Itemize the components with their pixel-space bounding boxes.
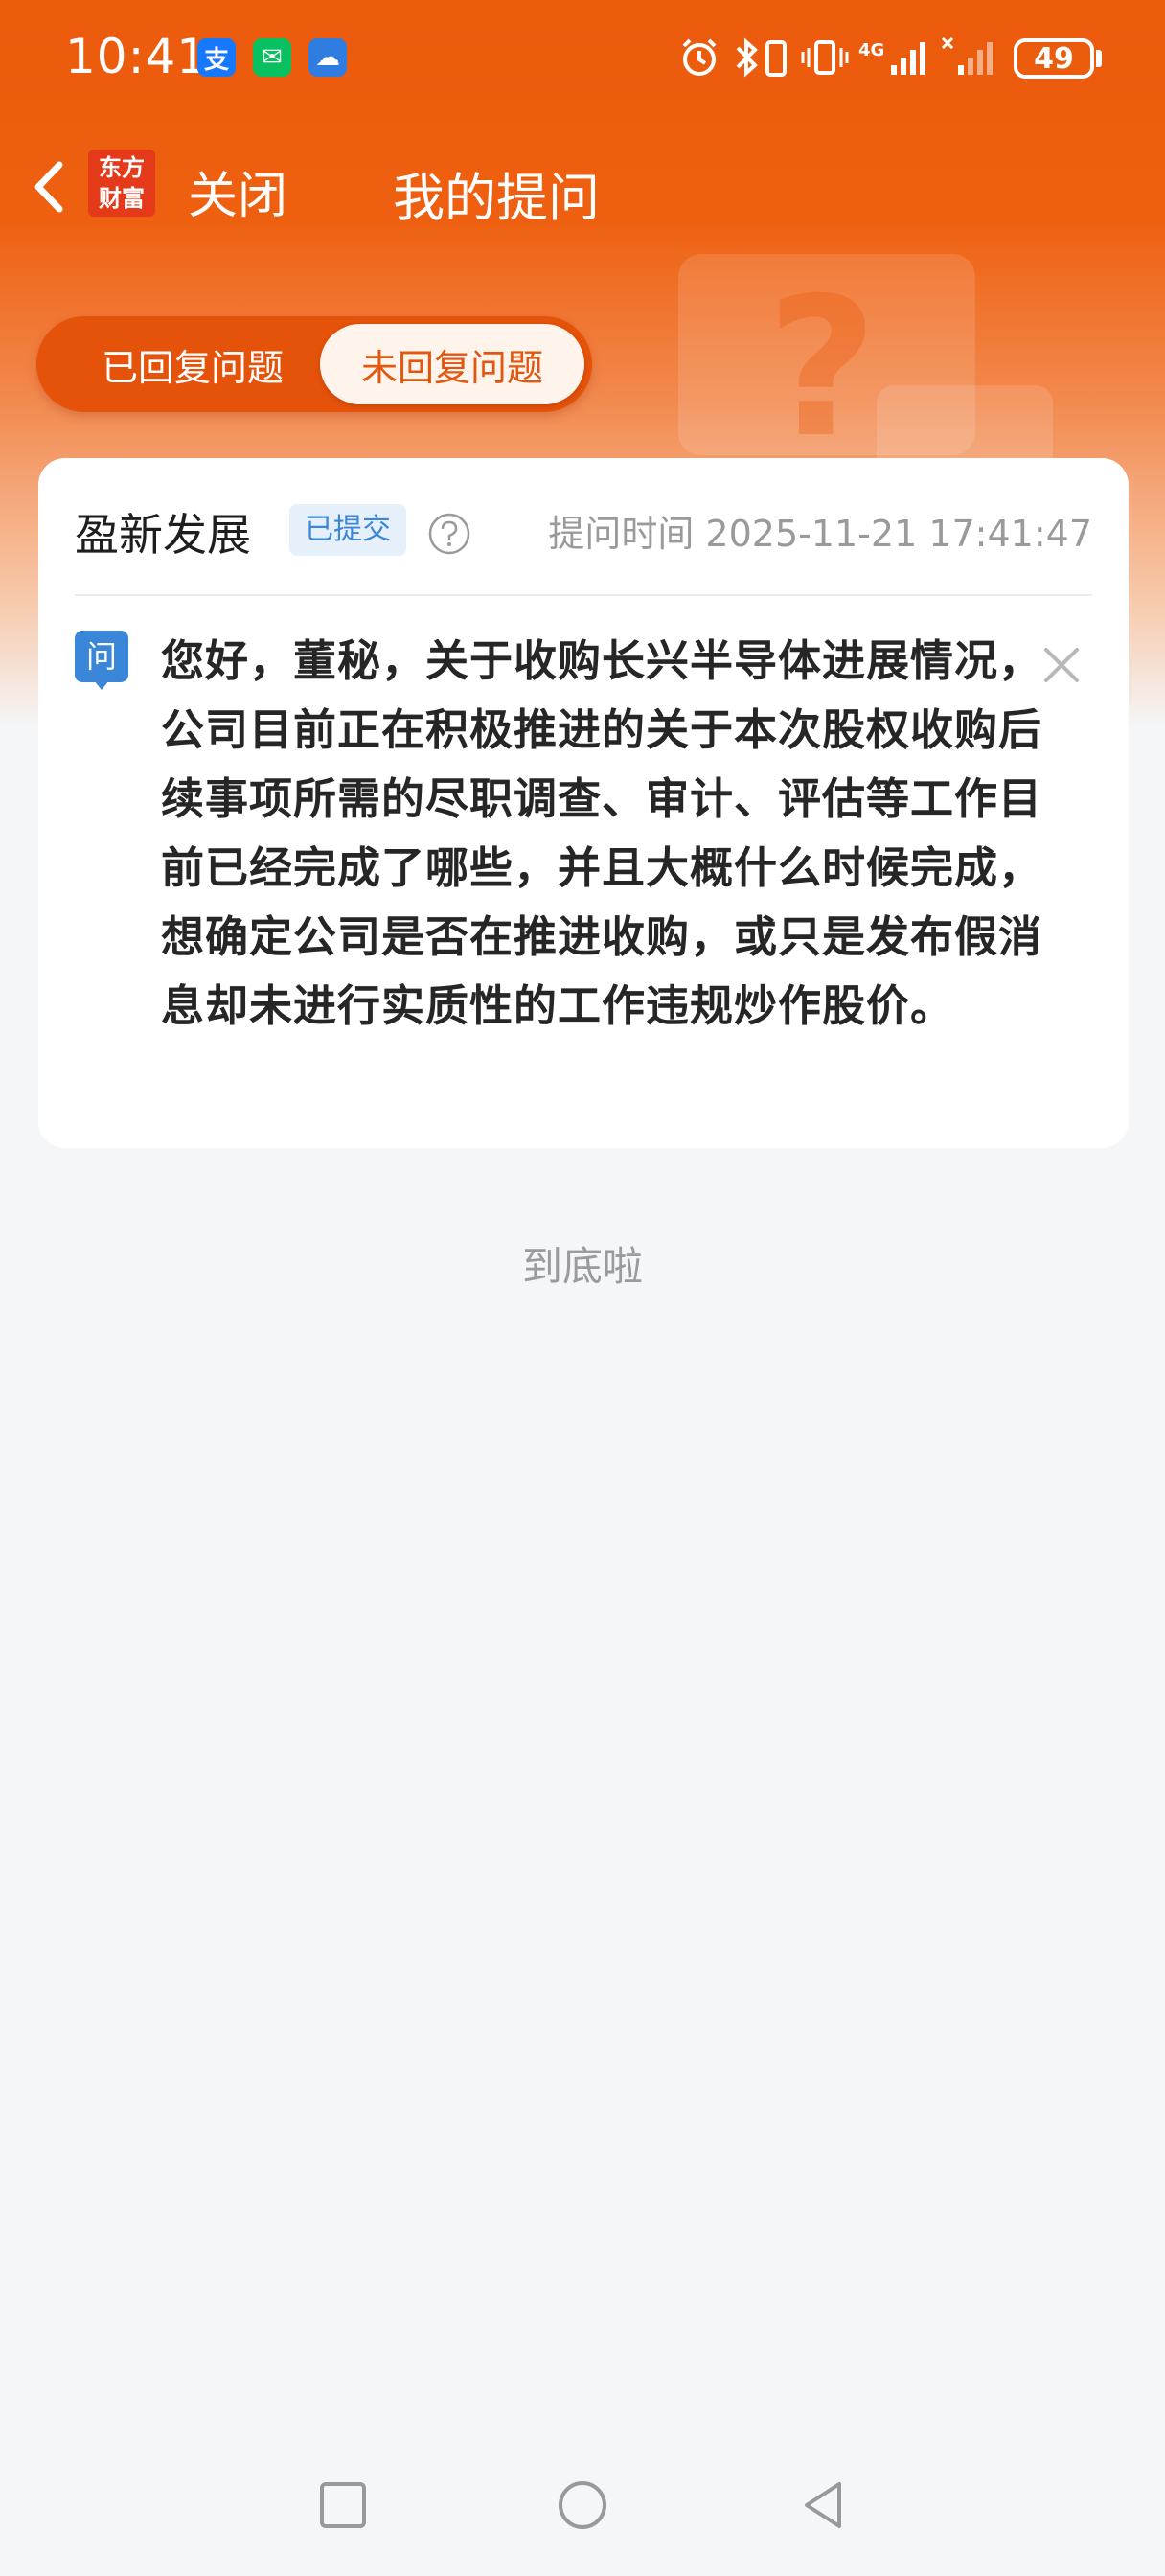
bluetooth-icon (736, 37, 758, 78)
end-of-list-text: 到底啦 (521, 1243, 643, 1290)
signal-4g-icon: 4G (858, 40, 925, 75)
status-time: 10:41 (65, 29, 209, 84)
system-nav-bar (0, 2442, 1165, 2576)
vibrate-icon (801, 40, 849, 75)
signal-weak-icon (941, 36, 993, 75)
battery-outline-icon (765, 40, 787, 77)
wechat-icon: ✉ (253, 38, 291, 77)
home-button[interactable] (556, 2478, 609, 2532)
alarm-icon (682, 38, 717, 76)
alipay-icon: 支 (197, 38, 236, 77)
divider (75, 594, 1092, 596)
help-icon[interactable] (427, 512, 471, 556)
question-content: 您好，董秘，关于收购长兴半导体进展情况，公司目前正在积极推进的关于本次股权收购后… (161, 635, 1043, 1031)
page-title-text: 我的提问 (393, 168, 600, 228)
page-title: 我的提问 (0, 155, 1165, 231)
recent-apps-button[interactable] (316, 2478, 370, 2532)
battery-nub (1096, 50, 1102, 67)
company-name: 盈新发展 (75, 509, 251, 561)
close-icon[interactable] (1040, 644, 1083, 686)
tab-unreplied[interactable]: 未回复问题 (320, 324, 584, 404)
battery-level: 49 (1014, 38, 1094, 79)
status-bar: 10:41 支 ✉ ☁ 4G 49 (0, 0, 1165, 115)
ask-label-icon: 问 (75, 631, 128, 690)
ask-time: 提问时间 2025-11-21 17:41:47 (548, 513, 1092, 555)
tab-switcher: 已回复问题 未回复问题 (36, 316, 592, 412)
ask-label-text: 问 (86, 638, 117, 675)
question-card[interactable]: 盈新发展 已提交 提问时间 2025-11-21 17:41:47 问 您好，董… (38, 458, 1129, 1148)
weather-icon: ☁ (308, 38, 347, 77)
question-mark-icon: ? (766, 257, 879, 480)
back-nav-button[interactable] (797, 2478, 851, 2532)
svg-text:4G: 4G (858, 40, 884, 60)
nav-bar: 东方 财富 关闭 我的提问 (0, 134, 1165, 240)
tab-replied[interactable]: 已回复问题 (44, 324, 341, 404)
status-badge: 已提交 (289, 504, 406, 556)
